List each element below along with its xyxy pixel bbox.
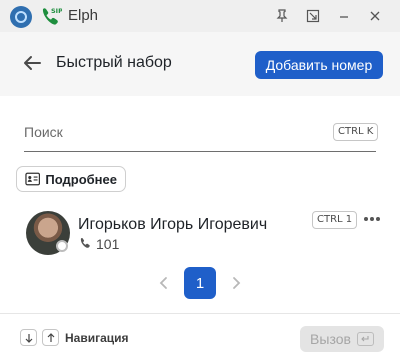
details-button-label: Подробнее (45, 171, 117, 187)
resize-icon[interactable] (304, 7, 322, 25)
phone-icon (80, 238, 90, 248)
arrow-left-icon[interactable] (20, 51, 44, 75)
search-input[interactable]: Поиск (24, 124, 63, 140)
contact-shortcut-badge: CTRL 1 (312, 211, 358, 229)
enter-key-icon (356, 332, 374, 346)
app-logo-icon (10, 6, 32, 28)
chevron-left-icon[interactable] (156, 274, 172, 292)
chevron-right-icon[interactable] (228, 274, 244, 292)
navigation-hint-label: Навигация (65, 331, 129, 345)
footer-divider (0, 313, 400, 314)
details-button[interactable]: Подробнее (16, 166, 126, 192)
svg-text:SIP: SIP (51, 7, 62, 15)
status-indicator (56, 240, 68, 252)
contact-card-icon (25, 172, 41, 186)
search-underline (24, 151, 376, 152)
more-options-icon[interactable] (362, 210, 382, 228)
page-button-current[interactable]: 1 (184, 267, 216, 299)
arrow-up-key-icon (42, 329, 59, 346)
contact-number: 101 (96, 236, 120, 252)
call-button-label: Вызов (310, 331, 351, 347)
call-button[interactable]: Вызов (300, 326, 384, 352)
contact-name[interactable]: Игорьков Игорь Игоревич (78, 216, 267, 234)
minimize-icon[interactable] (335, 7, 353, 25)
arrow-down-key-icon (20, 329, 37, 346)
sip-phone-icon: SIP (42, 7, 62, 25)
pin-icon[interactable] (273, 7, 291, 25)
app-title: Elph (68, 7, 99, 24)
page-title: Быстрый набор (56, 54, 172, 71)
add-number-button[interactable]: Добавить номер (255, 51, 383, 79)
close-icon[interactable] (366, 7, 384, 25)
search-shortcut-badge: CTRL K (333, 123, 379, 141)
